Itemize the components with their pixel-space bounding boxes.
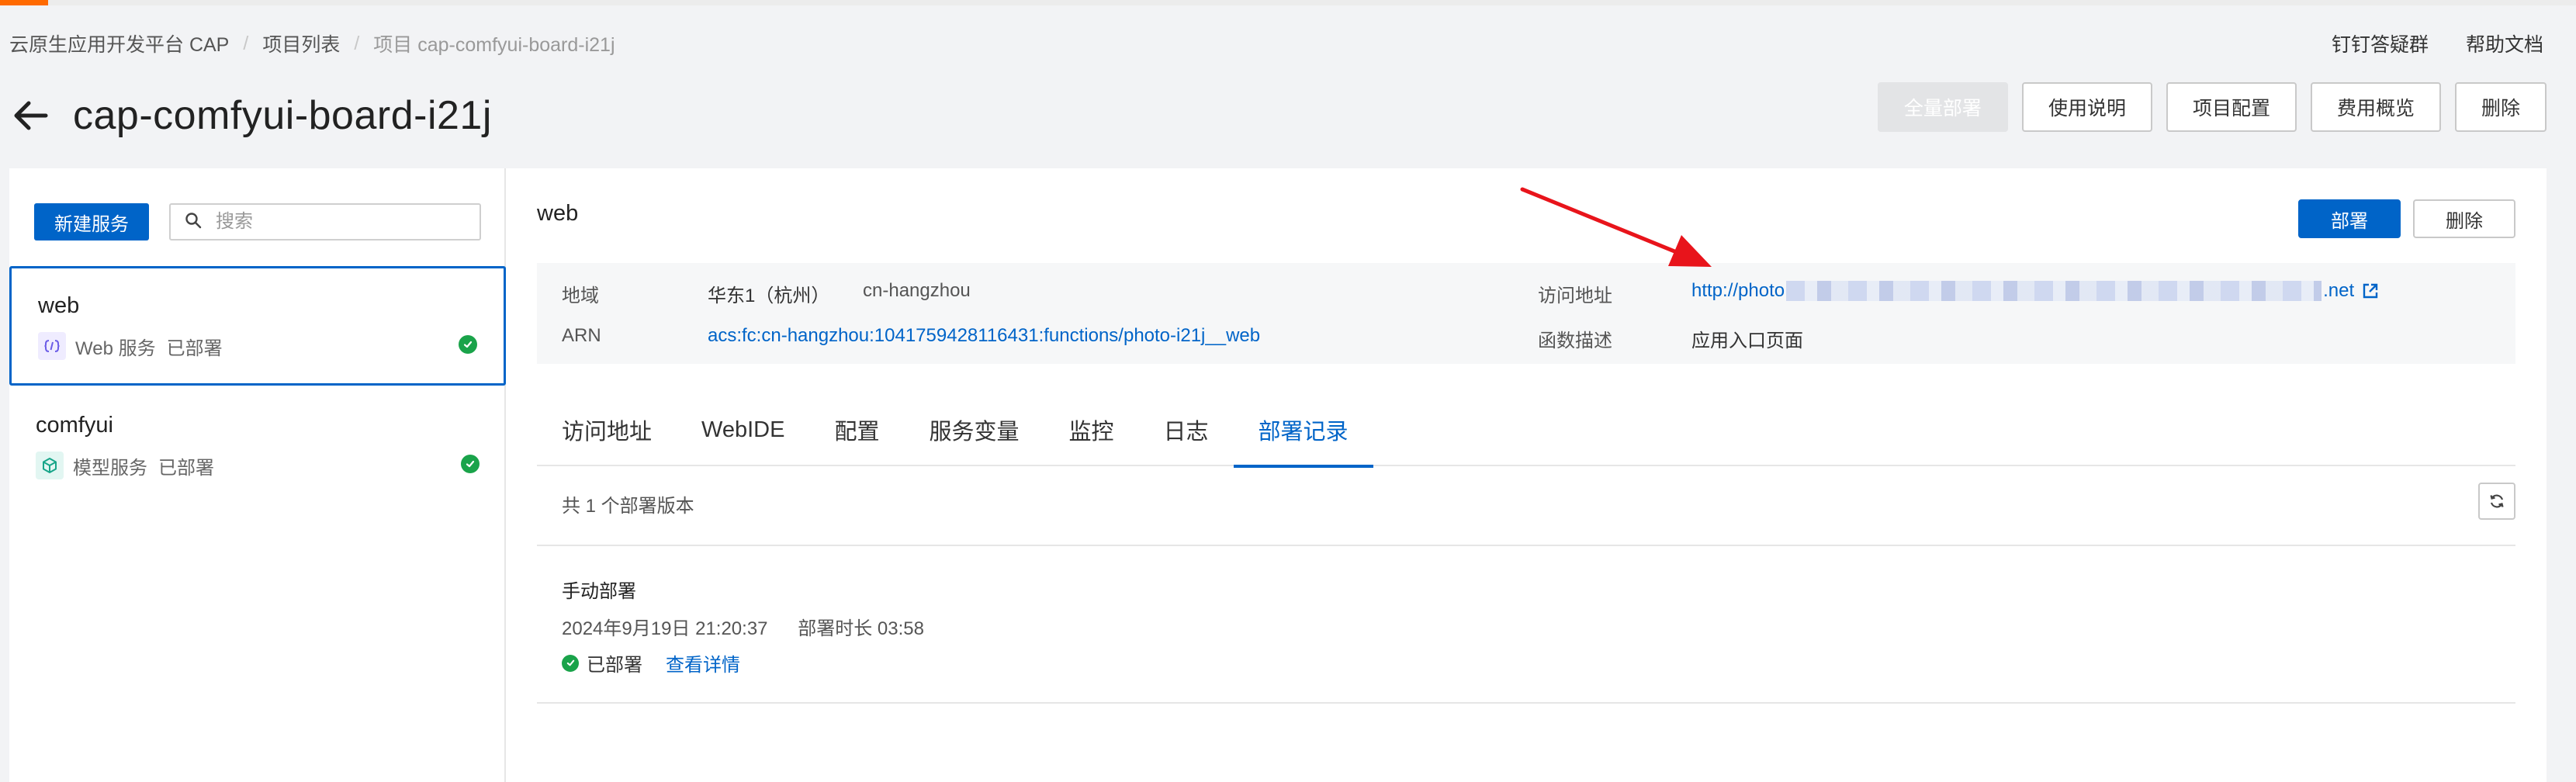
breadcrumb-separator: / xyxy=(354,32,360,54)
deploy-status-text: 已部署 xyxy=(587,655,642,676)
model-service-icon xyxy=(36,452,64,479)
deploy-all-button[interactable]: 全量部署 xyxy=(1877,82,2008,132)
description-value: 应用入口页面 xyxy=(1691,330,1803,351)
deploy-record-type: 手动部署 xyxy=(562,581,636,602)
cost-overview-button[interactable]: 费用概览 xyxy=(2310,82,2441,132)
refresh-button[interactable] xyxy=(2478,483,2515,520)
deploy-record-status: 已部署 查看详情 xyxy=(562,649,740,676)
access-url-link[interactable]: http://photo .net xyxy=(1691,280,2379,302)
brand-accent xyxy=(0,0,48,5)
top-bar xyxy=(0,0,2576,5)
service-name: web xyxy=(38,293,80,318)
refresh-icon xyxy=(2488,493,2505,510)
view-details-link[interactable]: 查看详情 xyxy=(666,649,740,676)
main-panel: 新建服务 web Web 服务 已部署 comfyui xyxy=(9,168,2547,782)
url-label: 访问地址 xyxy=(1538,285,1612,306)
deploy-button[interactable]: 部署 xyxy=(2298,199,2401,238)
project-actions: 全量部署 使用说明 项目配置 费用概览 删除 xyxy=(1877,82,2547,132)
dingtalk-link[interactable]: 钉钉答疑群 xyxy=(2332,29,2429,57)
breadcrumb-root[interactable]: 云原生应用开发平台 CAP xyxy=(9,29,229,57)
help-docs-link[interactable]: 帮助文档 xyxy=(2466,29,2543,57)
service-type: Web 服务 xyxy=(75,337,156,359)
delete-service-button[interactable]: 删除 xyxy=(2413,199,2515,238)
tab-deploy-records[interactable]: 部署记录 xyxy=(1233,393,1373,468)
service-sidebar: 新建服务 web Web 服务 已部署 comfyui xyxy=(9,168,506,782)
tab-access-url[interactable]: 访问地址 xyxy=(537,393,677,466)
service-meta: 模型服务 已部署 xyxy=(36,452,214,479)
project-config-button[interactable]: 项目配置 xyxy=(2166,82,2297,132)
deploy-record-time: 2024年9月19日 21:20:37 部署时长 03:58 xyxy=(562,613,924,640)
service-info-panel: 地域 华东1（杭州） cn-hangzhou ARN acs:fc:cn-han… xyxy=(537,263,2515,364)
service-actions: 部署 删除 xyxy=(2298,199,2515,238)
web-service-icon xyxy=(38,332,66,360)
search-icon xyxy=(185,212,202,233)
breadcrumb-current: 项目 cap-comfyui-board-i21j xyxy=(373,34,615,56)
divider xyxy=(537,702,2515,704)
tab-service-variables[interactable]: 服务变量 xyxy=(904,393,1044,466)
divider xyxy=(537,545,2515,546)
new-service-button[interactable]: 新建服务 xyxy=(34,203,149,240)
region-code: cn-hangzhou xyxy=(863,280,971,301)
deploy-timestamp: 2024年9月19日 21:20:37 xyxy=(562,618,768,639)
breadcrumb-projects[interactable]: 项目列表 xyxy=(262,29,340,57)
search-box[interactable] xyxy=(169,203,481,240)
deployed-check-icon xyxy=(459,335,477,354)
region-label: 地域 xyxy=(562,285,599,306)
search-input[interactable] xyxy=(216,211,448,233)
service-item-web[interactable]: web Web 服务 已部署 xyxy=(9,266,506,386)
service-status: 已部署 xyxy=(166,337,223,359)
url-prefix: http://photo xyxy=(1691,280,1785,301)
service-detail: web 部署 删除 地域 华东1（杭州） cn-hangzhou ARN acs… xyxy=(507,168,2547,782)
deployed-check-icon xyxy=(461,455,480,473)
usage-guide-button[interactable]: 使用说明 xyxy=(2021,82,2152,132)
description-label: 函数描述 xyxy=(1538,330,1612,351)
tab-config[interactable]: 配置 xyxy=(809,393,904,466)
deploy-duration: 部署时长 03:58 xyxy=(798,618,924,639)
page-title: cap-comfyui-board-i21j xyxy=(73,93,492,138)
service-name: comfyui xyxy=(36,413,113,438)
breadcrumb: 云原生应用开发平台 CAP / 项目列表 / 项目 cap-comfyui-bo… xyxy=(9,29,615,57)
tab-webide[interactable]: WebIDE xyxy=(677,393,809,466)
top-links: 钉钉答疑群 帮助文档 xyxy=(2332,29,2543,57)
tab-logs[interactable]: 日志 xyxy=(1139,393,1234,466)
service-status: 已部署 xyxy=(158,457,214,479)
deployed-check-icon xyxy=(562,654,579,672)
title-row: cap-comfyui-board-i21j xyxy=(9,87,492,144)
url-redacted xyxy=(1786,281,2322,301)
service-tabs: 访问地址 WebIDE 配置 服务变量 监控 日志 部署记录 xyxy=(537,393,2515,468)
version-count: 共 1 个部署版本 xyxy=(562,496,694,517)
delete-project-button[interactable]: 删除 xyxy=(2454,82,2547,132)
tab-monitoring[interactable]: 监控 xyxy=(1044,393,1139,466)
external-link-icon[interactable] xyxy=(2362,282,2379,299)
service-item-comfyui[interactable]: comfyui 模型服务 已部署 xyxy=(9,388,506,507)
breadcrumb-separator: / xyxy=(243,32,249,54)
back-arrow-icon[interactable] xyxy=(9,95,51,137)
service-type: 模型服务 xyxy=(73,457,147,479)
service-title: web xyxy=(537,201,579,226)
arn-label: ARN xyxy=(562,325,601,346)
region-value: 华东1（杭州） xyxy=(708,285,830,306)
url-suffix: .net xyxy=(2323,280,2355,301)
service-meta: Web 服务 已部署 xyxy=(38,332,223,360)
arn-link[interactable]: acs:fc:cn-hangzhou:1041759428116431:func… xyxy=(708,325,1260,347)
